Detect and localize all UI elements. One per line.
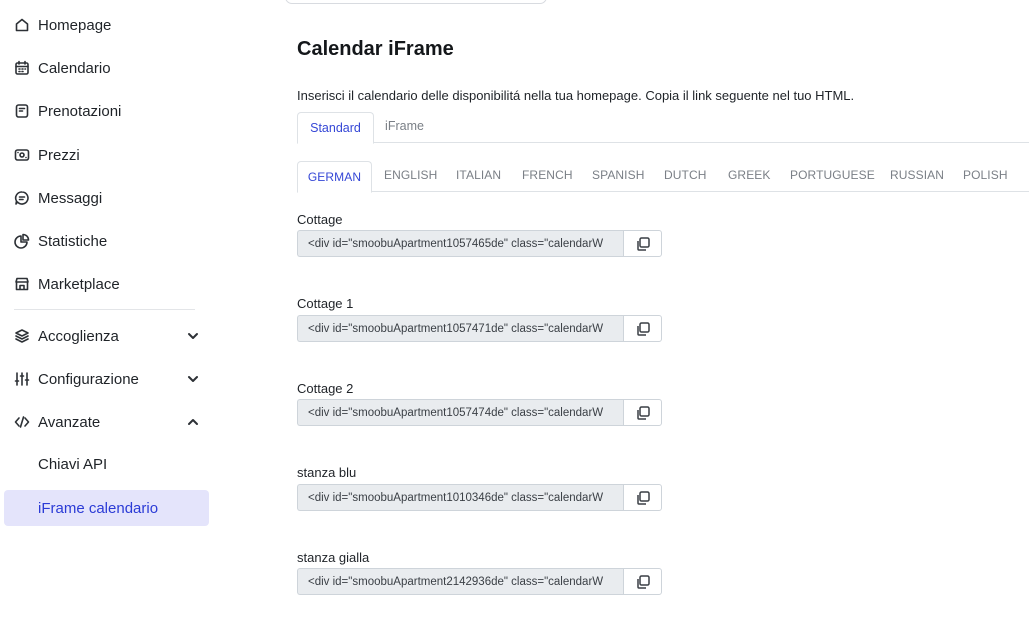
tab-russian[interactable]: RUSSIAN	[890, 161, 944, 189]
copy-icon	[636, 490, 650, 505]
apartment-label: Cottage	[297, 212, 343, 227]
sidebar-item-calendario[interactable]: Calendario	[14, 56, 111, 80]
tab-standard[interactable]: Standard	[297, 112, 374, 144]
copy-icon	[636, 236, 650, 251]
copy-button[interactable]	[623, 315, 662, 342]
tab-german[interactable]: GERMAN	[297, 161, 372, 193]
sidebar-item-label: Marketplace	[38, 275, 120, 293]
sidebar-item-prezzi[interactable]: Prezzi	[14, 143, 80, 167]
sidebar: Homepage Calendario Prenotazioni Prezzi …	[0, 0, 215, 624]
embed-code-group: <div id="smoobuApartment1057465de" class…	[297, 230, 662, 257]
calendar-icon	[14, 60, 30, 76]
home-icon	[14, 17, 30, 33]
sidebar-item-label: Statistiche	[38, 232, 108, 250]
sidebar-subitem-iframe-calendario[interactable]: iFrame calendario	[4, 490, 209, 526]
tab-italian[interactable]: ITALIAN	[456, 161, 501, 189]
copy-icon	[636, 405, 650, 420]
sidebar-item-label: Prenotazioni	[38, 102, 122, 120]
chevron-down-icon[interactable]	[186, 329, 200, 343]
apartment-label: stanza blu	[297, 465, 357, 480]
sidebar-item-label: Homepage	[38, 16, 112, 34]
chart-pie-icon	[14, 233, 30, 249]
apartment-label: stanza gialla	[297, 550, 370, 565]
tab-polish[interactable]: POLISH	[963, 161, 1008, 189]
copy-button[interactable]	[623, 568, 662, 595]
tab-dutch[interactable]: DUTCH	[664, 161, 707, 189]
embed-code-group: <div id="smoobuApartment1057471de" class…	[297, 315, 662, 342]
sidebar-group-accoglienza[interactable]: Accoglienza	[14, 324, 200, 348]
tab-english[interactable]: ENGLISH	[384, 161, 437, 189]
message-icon	[14, 190, 30, 206]
sidebar-item-label: Configurazione	[38, 370, 139, 388]
language-tabs: GERMAN ENGLISH ITALIAN FRENCH SPANISH DU…	[297, 161, 1029, 193]
sidebar-item-label: Accoglienza	[38, 327, 119, 345]
prices-icon	[14, 147, 30, 163]
embed-code-field[interactable]: <div id="smoobuApartment2142936de" class…	[297, 568, 623, 595]
store-icon	[14, 276, 30, 292]
sliders-icon	[14, 371, 30, 387]
page-title: Calendar iFrame	[297, 38, 454, 60]
sidebar-divider	[14, 309, 195, 310]
sidebar-group-configurazione[interactable]: Configurazione	[14, 367, 200, 391]
embed-code-field[interactable]: <div id="smoobuApartment1010346de" class…	[297, 484, 623, 511]
apartment-label: Cottage 2	[297, 381, 354, 396]
sidebar-group-avanzate[interactable]: Avanzate	[14, 410, 200, 434]
tab-iframe[interactable]: iFrame	[374, 112, 435, 140]
copy-button[interactable]	[623, 399, 662, 426]
embed-code-field[interactable]: <div id="smoobuApartment1057465de" class…	[297, 230, 623, 257]
chevron-down-icon[interactable]	[186, 372, 200, 386]
tab-greek[interactable]: GREEK	[728, 161, 771, 189]
embed-code-group: <div id="smoobuApartment1057474de" class…	[297, 399, 662, 426]
sidebar-item-homepage[interactable]: Homepage	[14, 13, 111, 37]
copy-icon	[636, 321, 650, 336]
sidebar-item-messaggi[interactable]: Messaggi	[14, 186, 102, 210]
code-icon	[14, 414, 30, 430]
sidebar-item-label: Calendario	[38, 59, 111, 77]
sidebar-item-statistiche[interactable]: Statistiche	[14, 229, 107, 253]
sidebar-subitem-chiavi-api[interactable]: Chiavi API	[38, 456, 107, 473]
embed-code-group: <div id="smoobuApartment1010346de" class…	[297, 484, 662, 511]
sidebar-item-prenotazioni[interactable]: Prenotazioni	[14, 99, 121, 123]
embed-code-group: <div id="smoobuApartment2142936de" class…	[297, 568, 662, 595]
sidebar-item-label: Messaggi	[38, 189, 103, 207]
copy-icon	[636, 574, 650, 589]
embed-code-field[interactable]: <div id="smoobuApartment1057474de" class…	[297, 399, 623, 426]
tab-spanish[interactable]: SPANISH	[592, 161, 645, 189]
bookings-icon	[14, 103, 30, 119]
sidebar-item-label: Prezzi	[38, 146, 80, 164]
search-input[interactable]	[285, 0, 547, 4]
layers-icon	[14, 328, 30, 344]
embed-code-field[interactable]: <div id="smoobuApartment1057471de" class…	[297, 315, 623, 342]
copy-button[interactable]	[623, 230, 662, 257]
tab-french[interactable]: FRENCH	[522, 161, 573, 189]
tab-portuguese[interactable]: PORTUGUESE	[790, 161, 875, 189]
sidebar-item-label: Avanzate	[38, 413, 101, 431]
sidebar-item-marketplace[interactable]: Marketplace	[14, 272, 120, 296]
chevron-up-icon[interactable]	[186, 415, 200, 429]
mode-tabs: Standard iFrame	[297, 112, 1029, 144]
copy-button[interactable]	[623, 484, 662, 511]
page-description: Inserisci il calendario delle disponibil…	[297, 88, 855, 103]
apartment-label: Cottage 1	[297, 296, 354, 311]
